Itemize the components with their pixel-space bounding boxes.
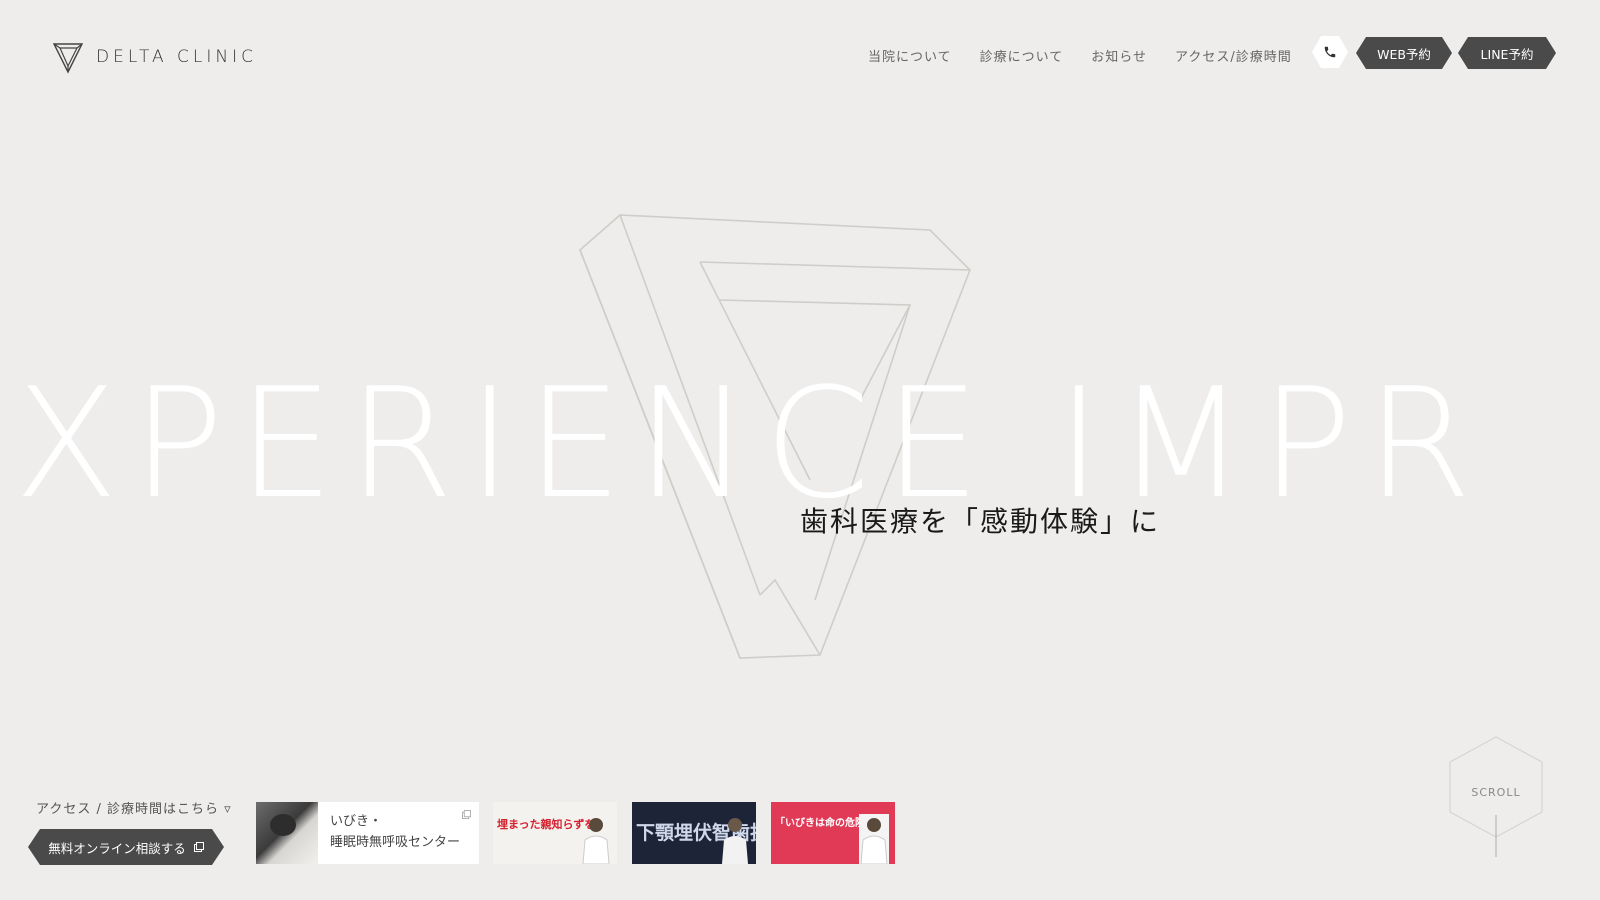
nav-item-about[interactable]: 当院について <box>868 46 952 65</box>
online-consult-button[interactable]: 無料オンライン相談する <box>28 829 224 865</box>
banner-line-1: いびき・ <box>330 814 383 829</box>
web-reserve-button[interactable]: WEB予約 <box>1356 37 1452 69</box>
access-hours-link[interactable]: アクセス / 診療時間はこちら ▿ <box>36 798 232 817</box>
page: DELTA CLINIC 当院について 診療について お知らせ アクセス/診療時… <box>0 0 1600 900</box>
consult-label: 無料オンライン相談する <box>48 840 186 856</box>
snoring-center-text: いびき・ 睡眠時無呼吸センター <box>318 802 472 864</box>
line-reserve-button[interactable]: LINE予約 <box>1458 37 1556 69</box>
snoring-center-banner[interactable]: いびき・ 睡眠時無呼吸センター <box>256 802 479 864</box>
nav-item-news[interactable]: お知らせ <box>1091 46 1147 65</box>
phone-button[interactable] <box>1312 36 1348 68</box>
external-link-icon <box>462 810 471 819</box>
wisdom-tooth-video-thumbnail-2[interactable]: 下顎埋伏智歯抜歯 <box>632 802 756 864</box>
scroll-indicator[interactable]: SCROLL <box>1448 735 1544 859</box>
doctor-image <box>859 814 889 864</box>
nav-item-treatment[interactable]: 診療について <box>980 46 1064 65</box>
clinic-logo[interactable]: DELTA CLINIC <box>52 40 257 74</box>
doctor-image <box>722 818 748 864</box>
snoring-video-thumbnail[interactable]: 「いびきは命の危険に <box>771 802 895 864</box>
main-nav: 当院について 診療について お知らせ アクセス/診療時間 <box>868 46 1292 65</box>
hero-big-text: XPERIENCE IMPR <box>14 355 1486 532</box>
wisdom-tooth-video-thumbnail-1[interactable]: 埋まった親知らずを <box>493 802 617 864</box>
nav-item-access[interactable]: アクセス/診療時間 <box>1175 46 1292 65</box>
external-link-icon <box>194 842 204 852</box>
scroll-label: SCROLL <box>1471 786 1521 799</box>
doctor-image <box>582 818 610 864</box>
hero-tagline: 歯科医療を「感動体験」に <box>800 505 1161 538</box>
logo-text: DELTA CLINIC <box>96 47 258 67</box>
banner-line-2: 睡眠時無呼吸センター <box>330 834 461 850</box>
delta-logo-icon <box>52 43 84 74</box>
sleeping-person-image <box>256 802 318 864</box>
phone-icon <box>1324 46 1336 58</box>
